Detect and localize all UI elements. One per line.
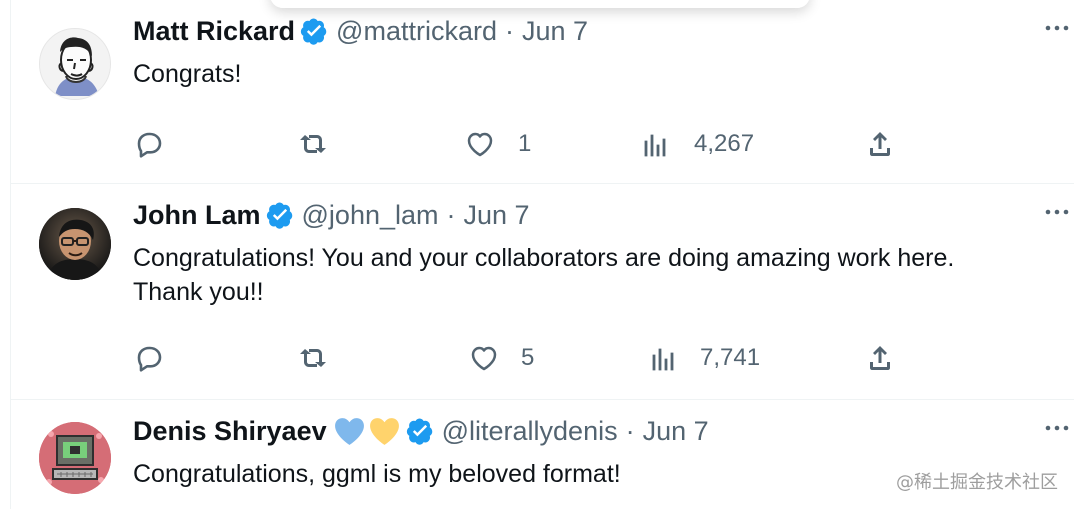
share-button[interactable] (864, 338, 896, 378)
retweet-button[interactable] (297, 124, 329, 164)
heart-icon (471, 346, 497, 371)
author-handle[interactable]: @mattrickard (336, 16, 497, 46)
verified-badge-icon (406, 418, 432, 445)
author-name[interactable]: Denis Shiryaev (133, 416, 327, 446)
tweet-matt-rickard[interactable]: Matt Rickard @mattrickard · Jun 7 Congra… (11, 0, 1074, 184)
tweet-john-lam[interactable]: John Lam @john_lam · Jun 7 Congratulatio… (11, 184, 1074, 400)
tweet-time[interactable]: Jun 7 (522, 16, 588, 46)
reply-icon (137, 132, 162, 158)
share-button[interactable] (864, 124, 896, 164)
verified-badge-icon (266, 202, 292, 229)
computer-avatar (39, 422, 111, 494)
like-count: 1 (518, 130, 532, 157)
more-horizontal-icon (1045, 425, 1069, 431)
share-icon (870, 346, 890, 370)
retweet-icon (300, 135, 326, 153)
retweet-button[interactable] (297, 338, 329, 378)
author-handle[interactable]: @john_lam (302, 200, 439, 230)
more-options-button[interactable] (1040, 18, 1074, 38)
reply-icon (137, 346, 162, 372)
tweet-actions: 1 4,267 (133, 124, 907, 168)
like-count: 5 (521, 344, 535, 371)
avatar[interactable] (39, 208, 111, 280)
yellow-heart-icon (369, 417, 399, 445)
tweet-content: Matt Rickard @mattrickard · Jun 7 Congra… (133, 16, 1056, 91)
views-icon (644, 134, 666, 157)
more-options-button[interactable] (1040, 418, 1074, 438)
views-count: 7,741 (700, 344, 761, 371)
reply-feed: Matt Rickard @mattrickard · Jun 7 Congra… (11, 0, 1074, 509)
author-name[interactable]: Matt Rickard (133, 16, 295, 46)
metadata-separator: · (504, 16, 514, 46)
heart-icon (467, 132, 493, 157)
like-button[interactable]: 1 (464, 124, 531, 164)
more-horizontal-icon (1045, 209, 1069, 215)
reply-button[interactable] (133, 338, 165, 378)
tweet-header: Matt Rickard @mattrickard · Jun 7 (133, 16, 1056, 46)
tweet-time[interactable]: Jun 7 (464, 200, 530, 230)
views-button[interactable]: 7,741 (648, 338, 760, 378)
views-icon (652, 348, 674, 371)
retweet-icon (300, 349, 326, 367)
profile-photo-avatar (39, 208, 111, 280)
tweet-actions: 5 7,741 (133, 338, 907, 382)
author-handle[interactable]: @literallydenis (442, 416, 618, 446)
more-horizontal-icon (1045, 25, 1069, 31)
reply-button[interactable] (133, 124, 165, 164)
metadata-separator: · (446, 200, 456, 230)
author-name[interactable]: John Lam (133, 200, 261, 230)
avatar[interactable] (39, 422, 111, 494)
avatar[interactable] (39, 28, 111, 100)
more-options-button[interactable] (1040, 202, 1074, 222)
blue-heart-icon (334, 417, 364, 445)
portrait-sketch-avatar (40, 29, 110, 99)
verified-badge-icon (300, 18, 327, 45)
tweet-header: Denis Shiryaev @literallydenis · Jun 7 (133, 416, 1056, 446)
views-button[interactable]: 4,267 (640, 124, 754, 164)
watermark: @稀土掘金技术社区 (896, 472, 1058, 493)
views-count: 4,267 (694, 130, 755, 157)
tweet-content: John Lam @john_lam · Jun 7 Congratulatio… (133, 200, 1056, 309)
tweet-text: Congratulations! You and your collaborat… (133, 244, 955, 306)
share-icon (870, 132, 890, 156)
tweet-header: John Lam @john_lam · Jun 7 (133, 200, 1056, 230)
metadata-separator: · (625, 416, 635, 446)
tweet-time[interactable]: Jun 7 (643, 416, 709, 446)
tweet-text: Congrats! (133, 60, 242, 88)
like-button[interactable]: 5 (468, 338, 534, 378)
